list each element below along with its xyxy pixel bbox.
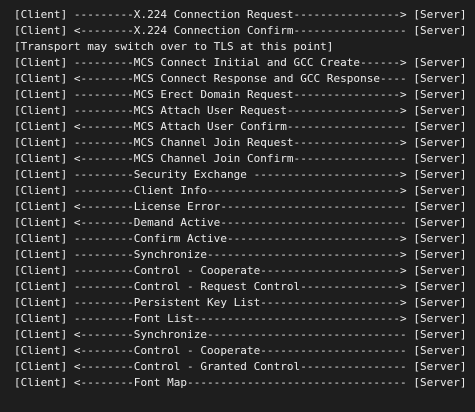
sequence-line-mcs-attach-user-confirm: [Client] <--------MCS Attach User Confir… bbox=[14, 120, 467, 133]
sequence-line-x224-request: [Client] ---------X.224 Connection Reque… bbox=[14, 8, 467, 21]
sequence-line-persistent-key-list: [Client] ---------Persistent Key List---… bbox=[14, 296, 467, 309]
sequence-line-font-list: [Client] ---------Font List-------------… bbox=[14, 312, 467, 325]
sequence-line-mcs-channel-join-request: [Client] ---------MCS Channel Join Reque… bbox=[14, 136, 467, 149]
sequence-line-synchronize-server: [Client] <--------Synchronize-----------… bbox=[14, 328, 467, 341]
sequence-line-control-cooperate-server: [Client] <--------Control - Cooperate---… bbox=[14, 344, 467, 357]
sequence-line-font-map: [Client] <--------Font Map--------------… bbox=[14, 376, 467, 389]
sequence-line-mcs-channel-join-confirm: [Client] <--------MCS Channel Join Confi… bbox=[14, 152, 467, 165]
sequence-line-mcs-erect-domain: [Client] ---------MCS Erect Domain Reque… bbox=[14, 88, 467, 101]
sequence-line-control-cooperate-client: [Client] ---------Control - Cooperate---… bbox=[14, 264, 467, 277]
terminal-output: [Client] ---------X.224 Connection Reque… bbox=[0, 0, 475, 412]
sequence-line-security-exchange: [Client] ---------Security Exchange ----… bbox=[14, 168, 467, 181]
sequence-line-control-request-control: [Client] ---------Control - Request Cont… bbox=[14, 280, 467, 293]
sequence-line-confirm-active: [Client] ---------Confirm Active--------… bbox=[14, 232, 467, 245]
sequence-line-control-granted-control: [Client] <--------Control - Granted Cont… bbox=[14, 360, 467, 373]
sequence-line-license-error: [Client] <--------License Error---------… bbox=[14, 200, 467, 213]
sequence-line-mcs-connect-initial: [Client] ---------MCS Connect Initial an… bbox=[14, 56, 467, 69]
sequence-line-synchronize-client: [Client] ---------Synchronize-----------… bbox=[14, 248, 467, 261]
sequence-line-x224-confirm: [Client] <--------X.224 Connection Confi… bbox=[14, 24, 467, 37]
sequence-line-client-info: [Client] ---------Client Info-----------… bbox=[14, 184, 467, 197]
sequence-line-demand-active: [Client] <--------Demand Active---------… bbox=[14, 216, 467, 229]
tls-note-line: [Transport may switch over to TLS at thi… bbox=[14, 40, 334, 53]
sequence-line-mcs-connect-response: [Client] <--------MCS Connect Response a… bbox=[14, 72, 467, 85]
sequence-line-mcs-attach-user-request: [Client] ---------MCS Attach User Reques… bbox=[14, 104, 467, 117]
